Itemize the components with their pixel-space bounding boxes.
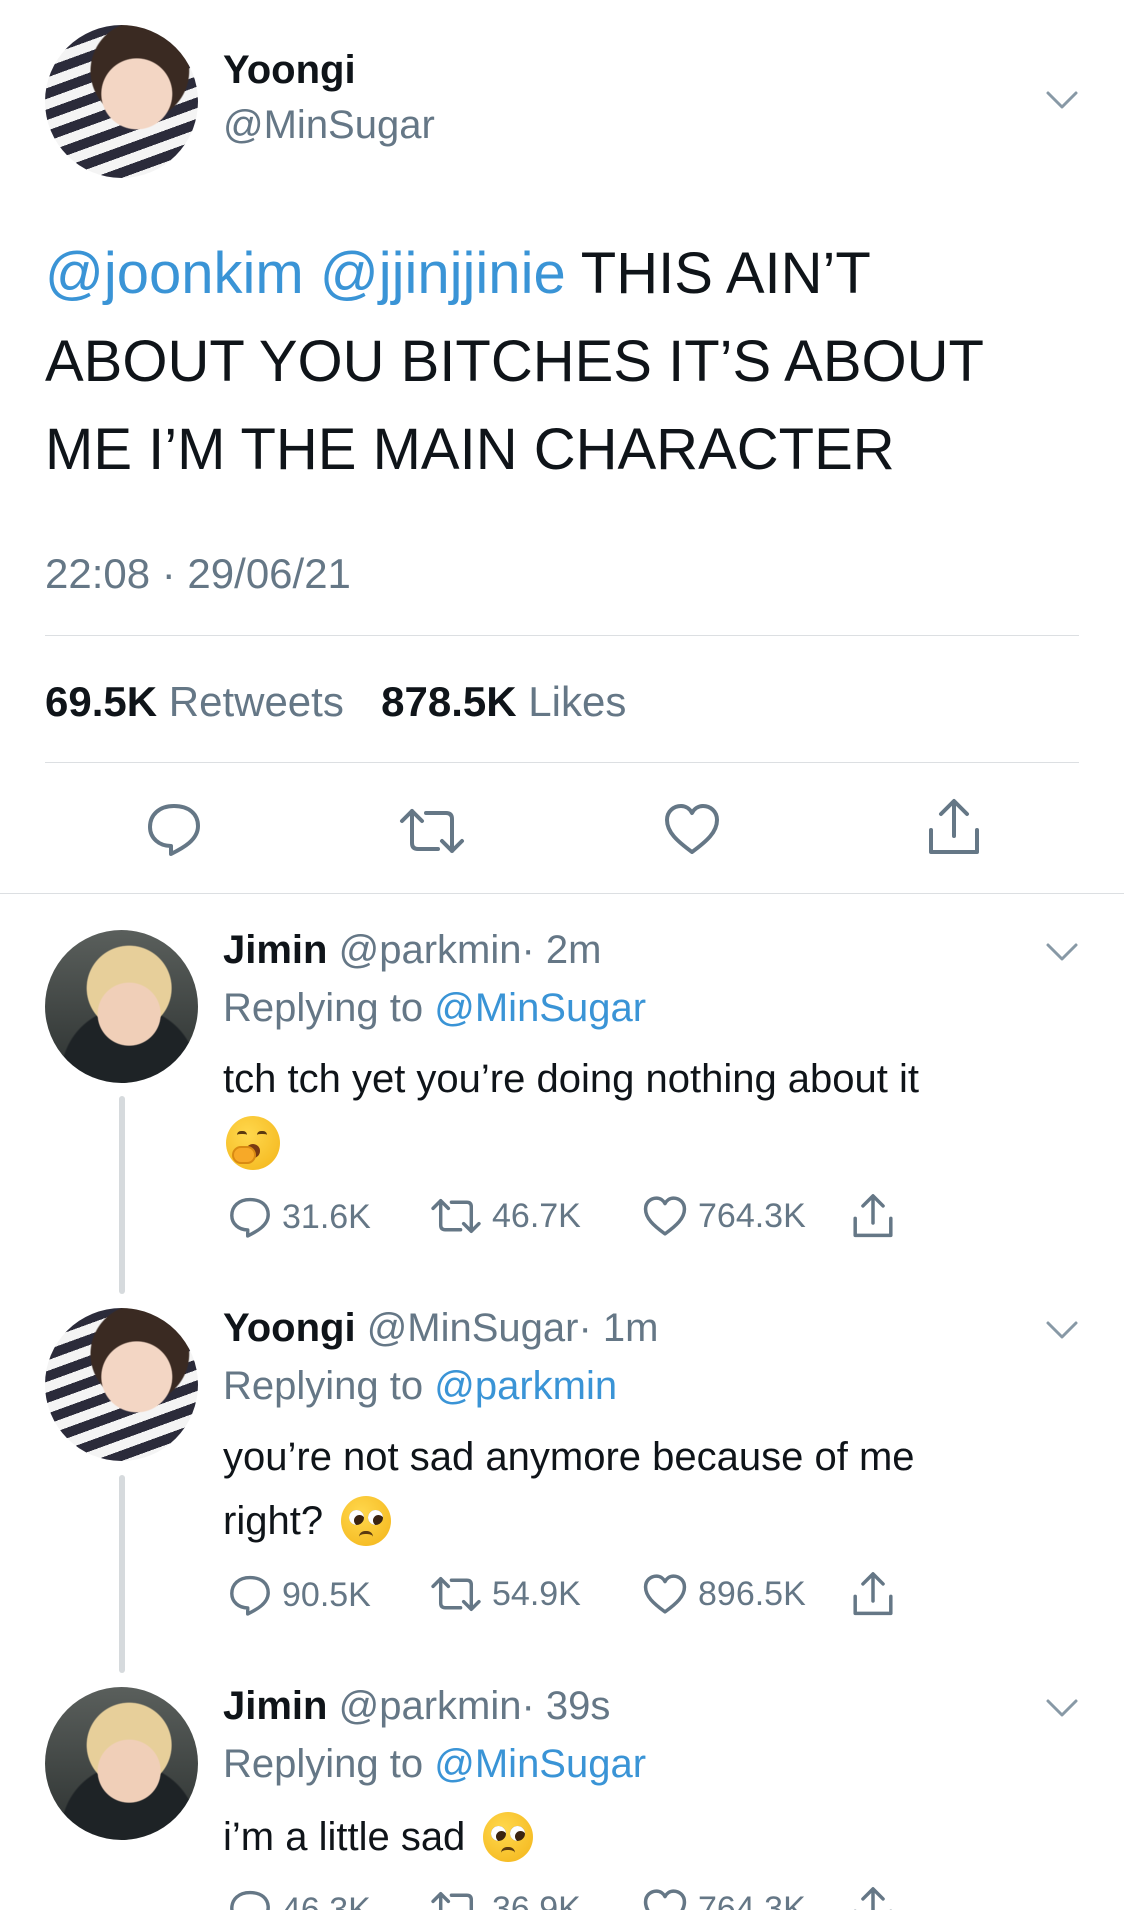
avatar[interactable] bbox=[45, 1308, 198, 1461]
avatar[interactable] bbox=[45, 930, 198, 1083]
author-handle[interactable]: @parkmin bbox=[339, 1684, 522, 1728]
avatar[interactable] bbox=[45, 1687, 198, 1840]
reply-icon[interactable] bbox=[145, 800, 203, 858]
divider bbox=[45, 635, 1079, 636]
chevron-down-icon[interactable] bbox=[1044, 88, 1080, 112]
reply-text: tch tch yet you’re doing nothing about i… bbox=[223, 1057, 920, 1101]
yawning-face-icon bbox=[226, 1116, 280, 1170]
reply-text-line: i’m a little sad bbox=[223, 1812, 534, 1862]
retweet-count[interactable]: 69.5K bbox=[45, 678, 157, 725]
chevron-down-icon[interactable] bbox=[1044, 1318, 1080, 1342]
reply-count: 90.5K bbox=[282, 1575, 371, 1614]
divider bbox=[0, 893, 1124, 894]
author-handle[interactable]: @MinSugar bbox=[223, 103, 435, 148]
author-handle[interactable]: @parkmin bbox=[339, 928, 522, 972]
tweet-text: @joonkim @jjinjjinie THIS AIN’T ABOUT YO… bbox=[45, 230, 984, 494]
author-name[interactable]: Yoongi bbox=[223, 1306, 356, 1350]
like-label[interactable]: Likes bbox=[528, 678, 626, 725]
reply-text-line2: right? bbox=[223, 1496, 392, 1546]
pleading-face-icon bbox=[483, 1812, 534, 1862]
like-icon bbox=[643, 1196, 687, 1236]
like-count: 764.3K bbox=[698, 1196, 806, 1235]
like-icon[interactable] bbox=[663, 802, 721, 856]
retweet-action[interactable]: 54.9K bbox=[430, 1574, 581, 1614]
share-icon[interactable] bbox=[850, 1192, 896, 1240]
reply-time[interactable]: · 2m bbox=[521, 928, 601, 972]
replying-label: Replying to bbox=[223, 986, 424, 1030]
mention-link[interactable]: @MinSugar bbox=[434, 986, 646, 1030]
replying-to: Replying to @MinSugar bbox=[223, 1742, 646, 1787]
reply-time[interactable]: · 39s bbox=[521, 1684, 610, 1728]
like-action[interactable]: 764.3K bbox=[642, 1888, 806, 1910]
like-icon bbox=[643, 1889, 687, 1910]
share-icon[interactable] bbox=[850, 1885, 896, 1910]
reply-text: i’m a little sad bbox=[223, 1814, 466, 1859]
retweet-icon bbox=[431, 1576, 481, 1612]
retweet-action[interactable]: 46.7K bbox=[430, 1196, 581, 1236]
reply-text: you’re not sad anymore because of me bbox=[223, 1435, 915, 1479]
thread-connector bbox=[119, 1475, 125, 1673]
thread-connector bbox=[119, 1096, 125, 1294]
reply-time[interactable]: · 1m bbox=[578, 1306, 658, 1350]
mention-link[interactable]: @jjinjjinie bbox=[320, 241, 566, 306]
reply-action[interactable]: 90.5K bbox=[228, 1573, 371, 1617]
mention-link[interactable]: @parkmin bbox=[434, 1364, 617, 1408]
author-name[interactable]: Jimin bbox=[223, 1684, 327, 1728]
reply-icon bbox=[230, 1575, 270, 1616]
retweet-count: 46.7K bbox=[492, 1196, 581, 1235]
replying-to: Replying to @MinSugar bbox=[223, 986, 646, 1031]
reply-header: Yoongi @MinSugar· 1m bbox=[223, 1306, 658, 1351]
reply-action[interactable]: 46.3K bbox=[228, 1888, 371, 1910]
like-icon bbox=[643, 1574, 687, 1614]
reply-icon bbox=[230, 1890, 270, 1910]
like-count: 764.3K bbox=[698, 1889, 806, 1910]
reply-count: 31.6K bbox=[282, 1197, 371, 1236]
divider bbox=[45, 762, 1079, 763]
reply-header: Jimin @parkmin· 2m bbox=[223, 928, 601, 973]
author-handle[interactable]: @MinSugar bbox=[367, 1306, 579, 1350]
reply-text: right? bbox=[223, 1498, 324, 1543]
replying-label: Replying to bbox=[223, 1364, 424, 1408]
pleading-face-icon bbox=[341, 1496, 392, 1546]
share-icon[interactable] bbox=[850, 1570, 896, 1618]
tweet-text-line: ME I’M THE MAIN CHARACTER bbox=[45, 417, 895, 482]
mention-link[interactable]: @joonkim bbox=[45, 241, 304, 306]
tweet-text-line: ABOUT YOU BITCHES IT’S ABOUT bbox=[45, 329, 984, 394]
replying-to: Replying to @parkmin bbox=[223, 1364, 617, 1409]
mention-link[interactable]: @MinSugar bbox=[434, 1742, 646, 1786]
tweet-text-line: THIS AIN’T bbox=[580, 241, 871, 306]
replying-label: Replying to bbox=[223, 1742, 424, 1786]
retweet-icon bbox=[431, 1198, 481, 1234]
author-name[interactable]: Yoongi bbox=[223, 48, 356, 93]
share-icon[interactable] bbox=[925, 796, 983, 858]
avatar[interactable] bbox=[45, 25, 198, 178]
retweet-action[interactable]: 36.9K bbox=[430, 1889, 581, 1910]
reply-action[interactable]: 31.6K bbox=[228, 1195, 371, 1239]
retweet-count: 36.9K bbox=[492, 1889, 581, 1910]
retweet-count: 54.9K bbox=[492, 1574, 581, 1613]
like-action[interactable]: 764.3K bbox=[642, 1195, 806, 1237]
retweet-label[interactable]: Retweets bbox=[169, 678, 344, 725]
reply-icon bbox=[230, 1197, 270, 1238]
retweet-icon bbox=[431, 1891, 474, 1910]
like-action[interactable]: 896.5K bbox=[642, 1573, 806, 1615]
reply-header: Jimin @parkmin· 39s bbox=[223, 1684, 610, 1729]
chevron-down-icon[interactable] bbox=[1044, 940, 1080, 964]
like-count[interactable]: 878.5K bbox=[381, 678, 516, 725]
author-name[interactable]: Jimin bbox=[223, 928, 327, 972]
engagement-stats: 69.5K Retweets 878.5K Likes bbox=[45, 678, 626, 726]
reply-count: 46.3K bbox=[282, 1890, 371, 1910]
like-count: 896.5K bbox=[698, 1574, 806, 1613]
retweet-icon[interactable] bbox=[398, 805, 466, 857]
tweet-timestamp[interactable]: 22:08 · 29/06/21 bbox=[45, 550, 351, 598]
chevron-down-icon[interactable] bbox=[1044, 1696, 1080, 1720]
